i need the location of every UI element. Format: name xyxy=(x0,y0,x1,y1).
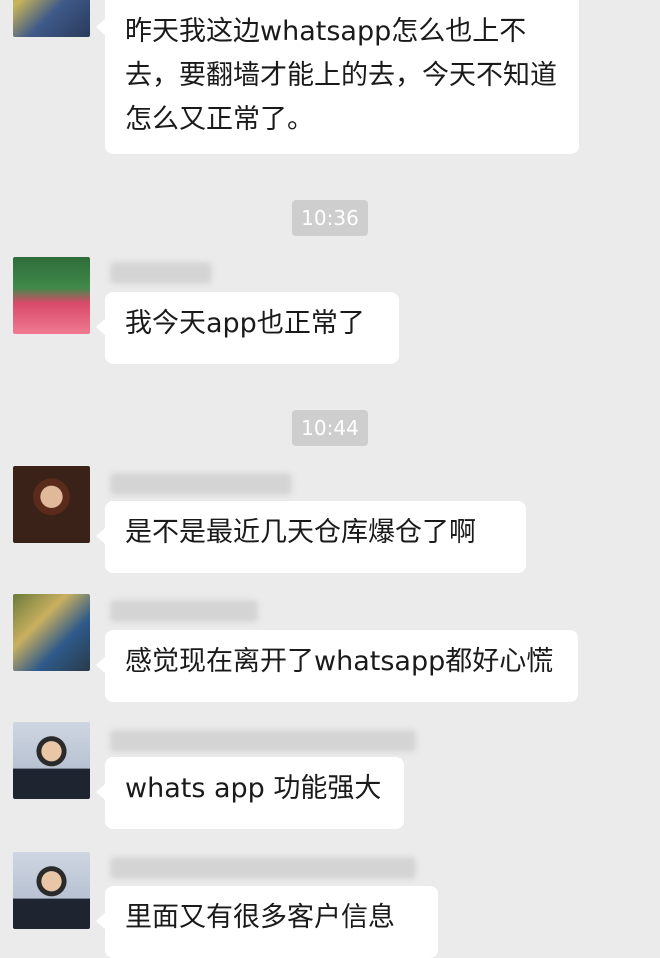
sender-name-blurred xyxy=(110,730,416,752)
avatar[interactable] xyxy=(13,257,90,334)
message-bubble[interactable]: 是不是最近几天仓库爆仓了啊 xyxy=(96,501,526,573)
message-text: 我今天app也正常了 xyxy=(125,308,365,339)
sender-name-blurred xyxy=(110,262,212,284)
avatar[interactable] xyxy=(13,852,90,929)
avatar[interactable] xyxy=(13,0,90,37)
message-text: 昨天我这边whatsapp怎么也上不去，要翻墙才能上的去，今天不知道怎么又正常了… xyxy=(125,16,557,135)
message-bubble[interactable]: 我今天app也正常了 xyxy=(96,292,399,364)
sender-name-blurred xyxy=(110,473,292,495)
message-text: 感觉现在离开了whatsapp都好心慌 xyxy=(125,646,554,677)
message-bubble[interactable]: 里面又有很多客户信息 xyxy=(96,886,438,958)
message-bubble[interactable]: whats app 功能强大 xyxy=(96,757,404,829)
message-bubble[interactable]: 感觉现在离开了whatsapp都好心慌 xyxy=(96,630,578,702)
message-text: 是不是最近几天仓库爆仓了啊 xyxy=(125,517,476,548)
timestamp: 10:36 xyxy=(292,200,368,236)
message-text: 里面又有很多客户信息 xyxy=(125,902,395,933)
message-text: whats app 功能强大 xyxy=(125,773,382,804)
avatar[interactable] xyxy=(13,466,90,543)
sender-name-blurred xyxy=(110,857,416,879)
sender-name-blurred xyxy=(110,600,258,622)
avatar[interactable] xyxy=(13,594,90,671)
avatar[interactable] xyxy=(13,722,90,799)
message-bubble[interactable]: 昨天我这边whatsapp怎么也上不去，要翻墙才能上的去，今天不知道怎么又正常了… xyxy=(96,0,579,154)
timestamp: 10:44 xyxy=(292,410,368,446)
